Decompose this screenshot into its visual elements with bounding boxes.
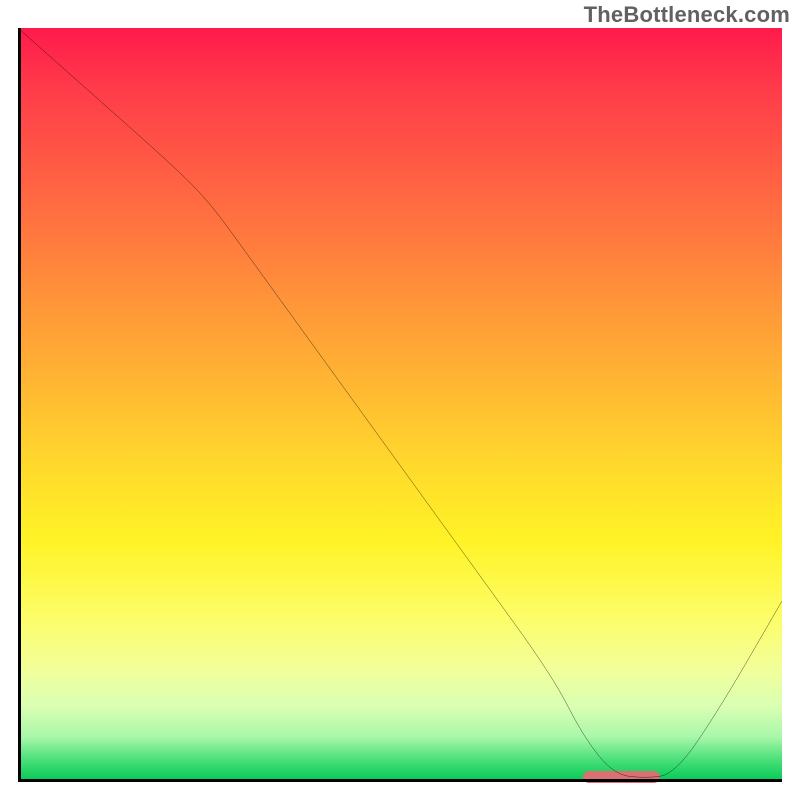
curve-svg xyxy=(18,28,782,782)
watermark-text: TheBottleneck.com xyxy=(584,2,790,28)
plot-area xyxy=(18,28,782,782)
bottleneck-curve-path xyxy=(18,28,782,777)
chart-container: TheBottleneck.com xyxy=(0,0,800,800)
